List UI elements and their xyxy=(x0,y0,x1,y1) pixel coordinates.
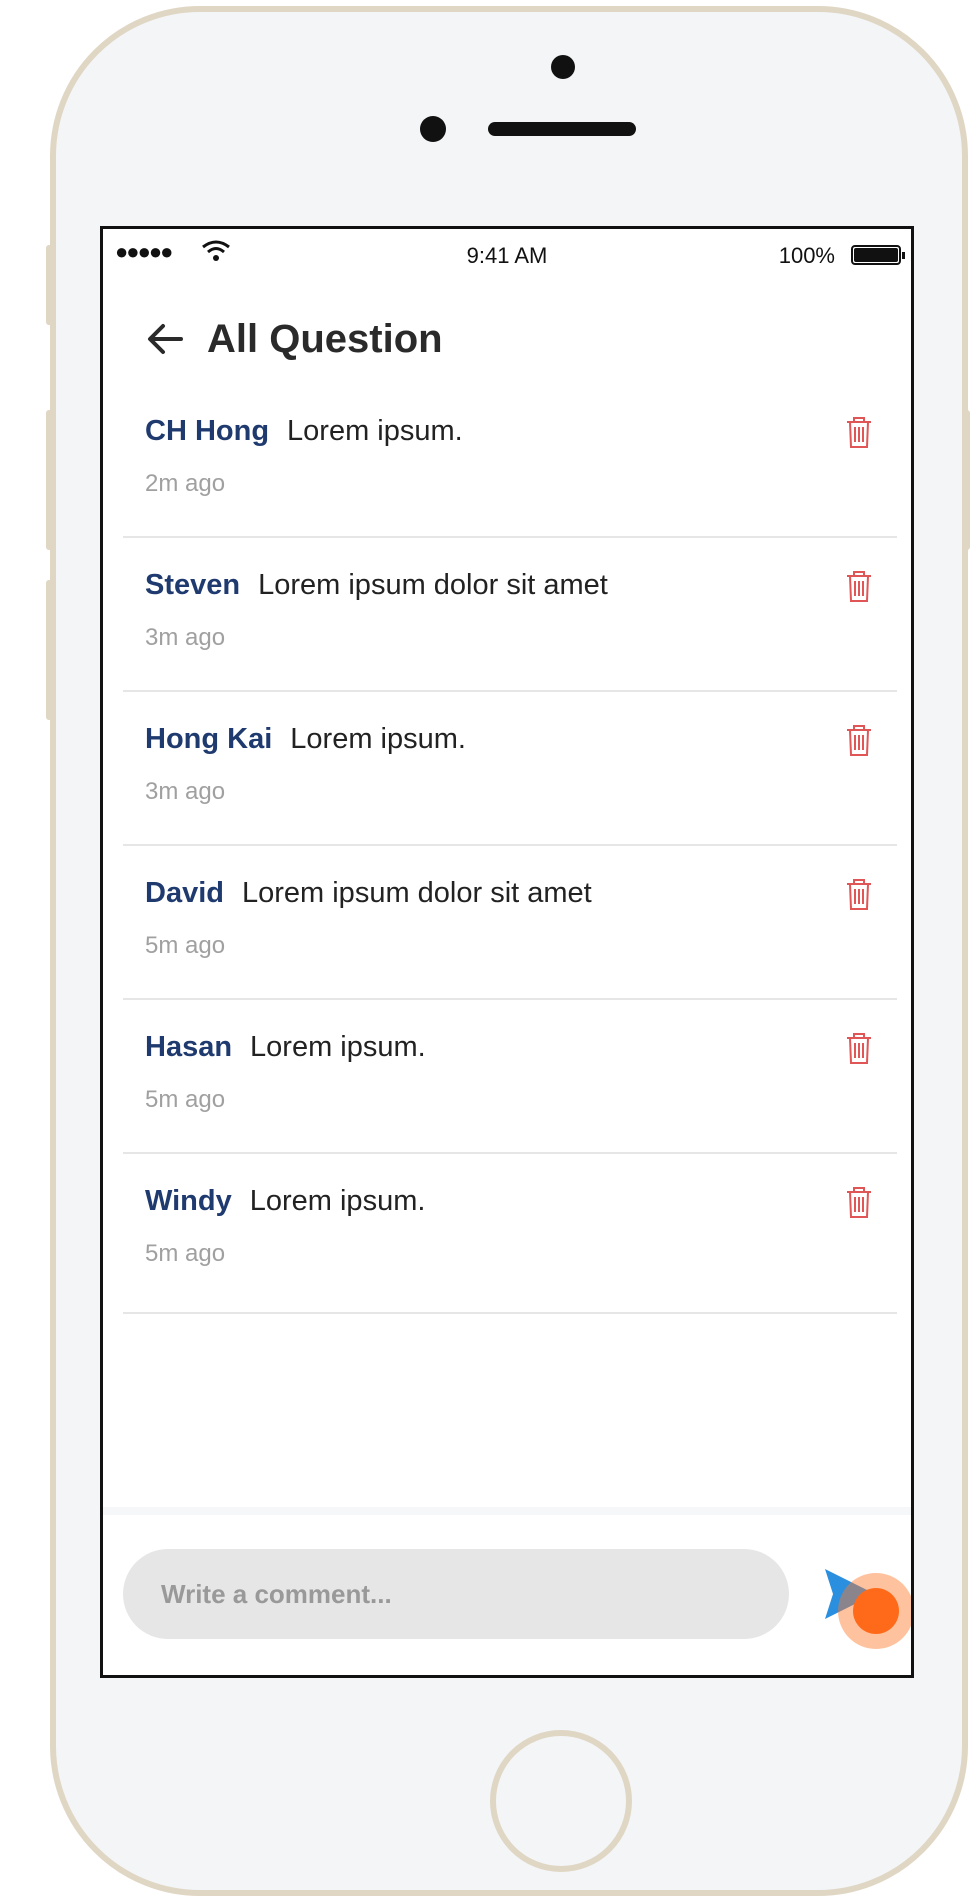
tap-indicator xyxy=(853,1588,899,1634)
question-text: Lorem ipsum. xyxy=(290,723,466,755)
delete-icon[interactable] xyxy=(843,1184,875,1220)
status-bar: ●●●●● 9:41 AM 100% xyxy=(103,229,911,279)
back-arrow-icon[interactable] xyxy=(143,317,187,361)
question-row[interactable]: David Lorem ipsum dolor sit amet 5m ago xyxy=(123,846,897,1000)
question-row[interactable]: Hong Kai Lorem ipsum. 3m ago xyxy=(123,692,897,846)
delete-icon[interactable] xyxy=(843,568,875,604)
question-author: Hong Kai xyxy=(145,723,273,755)
question-row[interactable]: Hasan Lorem ipsum. 5m ago xyxy=(123,1000,897,1154)
mute-switch xyxy=(46,245,54,325)
question-time: 3m ago xyxy=(145,778,226,805)
question-row[interactable]: Windy Lorem ipsum. 5m ago xyxy=(123,1154,897,1314)
question-text: Lorem ipsum. xyxy=(249,1185,426,1217)
question-time: 5m ago xyxy=(145,1086,226,1113)
battery-icon xyxy=(851,245,905,265)
battery-percent: 100% xyxy=(778,243,835,268)
question-row[interactable]: Steven Lorem ipsum dolor sit amet 3m ago xyxy=(123,538,897,692)
question-author: Steven xyxy=(145,569,241,601)
comment-composer: Write a comment... xyxy=(103,1507,911,1675)
question-time: 2m ago xyxy=(145,470,226,497)
question-time: 3m ago xyxy=(145,624,226,651)
proximity-sensor xyxy=(420,116,446,142)
delete-icon[interactable] xyxy=(843,876,875,912)
app-screen: ●●●●● 9:41 AM 100% All Question CH Hong L… xyxy=(100,226,914,1678)
home-button[interactable] xyxy=(490,1730,632,1872)
question-list: CH Hong Lorem ipsum. 2m ago Steven Lorem i… xyxy=(123,384,897,1314)
page-header: All Question xyxy=(143,309,443,369)
delete-icon[interactable] xyxy=(843,722,875,758)
delete-icon[interactable] xyxy=(843,414,875,450)
comment-input[interactable]: Write a comment... xyxy=(123,1549,789,1639)
question-text: Lorem ipsum. xyxy=(287,415,463,447)
question-author: Windy xyxy=(145,1185,232,1217)
question-author: CH Hong xyxy=(145,415,270,447)
page-title: All Question xyxy=(207,316,443,361)
volume-up-button xyxy=(46,410,54,550)
front-camera xyxy=(551,55,575,79)
question-author: Hasan xyxy=(145,1031,233,1063)
question-time: 5m ago xyxy=(145,932,226,959)
question-text: Lorem ipsum. xyxy=(250,1031,426,1063)
question-text: Lorem ipsum dolor sit amet xyxy=(241,877,592,909)
volume-down-button xyxy=(46,580,54,720)
earpiece-speaker xyxy=(488,122,636,136)
question-time: 5m ago xyxy=(145,1240,226,1267)
question-text: Lorem ipsum dolor sit amet xyxy=(258,569,608,601)
question-row[interactable]: CH Hong Lorem ipsum. 2m ago xyxy=(123,384,897,538)
delete-icon[interactable] xyxy=(843,1030,875,1066)
question-author: David xyxy=(145,877,224,909)
power-button xyxy=(962,410,970,550)
